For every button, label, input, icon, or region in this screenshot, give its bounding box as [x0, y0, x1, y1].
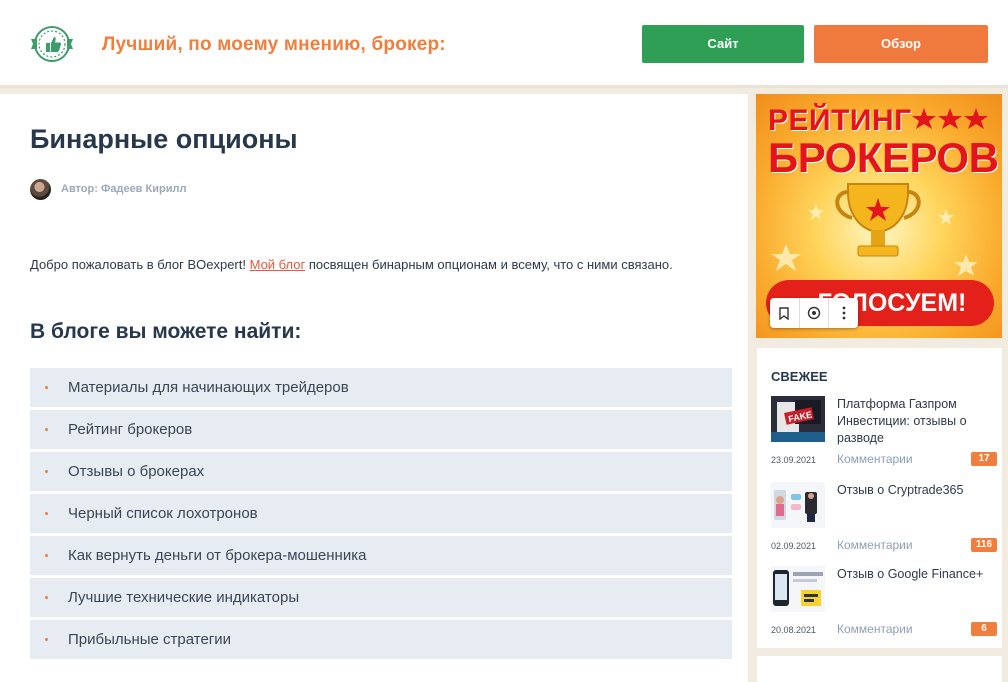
article-card: Бинарные опционы Автор: Фадеев Кирилл До… [0, 94, 748, 682]
list-item-label: Черный список лохотронов [68, 505, 258, 522]
page-title: Бинарные опционы [30, 124, 298, 154]
comments-link[interactable]: Комментарии [837, 622, 913, 636]
bullet-icon [45, 386, 48, 389]
list-item[interactable]: Рейтинг брокеров [30, 410, 732, 449]
thumbs-up-badge-icon [31, 26, 73, 62]
comments-link[interactable]: Комментарии [837, 452, 913, 466]
post-date: 23.09.2021 [771, 455, 817, 465]
next-widget-edge [757, 656, 1002, 682]
post-title[interactable]: Отзыв о Google Finance+ [837, 566, 993, 583]
list-item-label: Как вернуть деньги от брокера-мошенника [68, 547, 367, 564]
top-broker-bar: Лучший, по моему мнению, брокер: Сайт Об… [0, 0, 1008, 88]
post-date: 02.09.2021 [771, 541, 817, 551]
fresh-posts-title: СВЕЖЕЕ [771, 369, 828, 384]
comment-count-badge: 116 [971, 538, 997, 552]
comment-count-badge: 17 [971, 452, 997, 466]
bullet-icon [45, 470, 48, 473]
more-icon[interactable] [829, 298, 858, 328]
post-date: 20.08.2021 [771, 625, 817, 635]
comments-link[interactable]: Комментарии [837, 538, 913, 552]
list-item[interactable]: Черный список лохотронов [30, 494, 732, 533]
best-broker-tagline: Лучший, по моему мнению, брокер: [102, 34, 446, 55]
section-heading: В блоге вы можете найти: [30, 320, 302, 343]
banner-title-rating: РЕЙТИНГ [768, 104, 912, 137]
banner-title-brokers: БРОКЕРОВ [768, 134, 999, 181]
bullet-icon [45, 596, 48, 599]
author-avatar[interactable] [30, 179, 51, 200]
broker-review-button[interactable]: Обзор [814, 25, 988, 63]
bullet-icon [45, 554, 48, 557]
list-item[interactable]: Лучшие технические индикаторы [30, 578, 732, 617]
intro-text-end: посвящен бинарным опционам и всему, что … [305, 257, 673, 272]
my-blog-link[interactable]: Мой блог [250, 257, 306, 272]
topics-list: Материалы для начинающих трейдеров Рейти… [30, 368, 732, 662]
post-title[interactable]: Отзыв о Cryptrade365 [837, 482, 993, 499]
list-item[interactable]: Отзывы о брокерах [30, 452, 732, 491]
list-item-label: Отзывы о брокерах [68, 463, 205, 480]
list-item-label: Прибыльные стратегии [68, 631, 232, 648]
banner-controls [770, 298, 858, 328]
author-label[interactable]: Автор: Фадеев Кирилл [61, 183, 186, 195]
broker-rating-banner[interactable]: РЕЙТИНГ БРОКЕРОВ ГОЛОСУЕМ! [756, 94, 1002, 338]
intro-paragraph: Добро пожаловать в блог BOexpert! Мой бл… [30, 253, 734, 276]
post-thumbnail[interactable]: FAKE [771, 396, 825, 442]
comment-count-badge: 6 [971, 622, 997, 636]
bullet-icon [45, 638, 48, 641]
fresh-posts-widget: СВЕЖЕЕ FAKE Платформа Газпром Инвестиции… [757, 348, 1002, 648]
list-item[interactable]: Материалы для начинающих трейдеров [30, 368, 732, 407]
share-icon[interactable] [800, 298, 830, 328]
broker-site-button[interactable]: Сайт [642, 25, 804, 63]
bullet-icon [45, 428, 48, 431]
list-item[interactable]: Как вернуть деньги от брокера-мошенника [30, 536, 732, 575]
post-thumbnail[interactable] [771, 566, 825, 612]
intro-text-start: Добро пожаловать в блог BOexpert! [30, 257, 250, 272]
list-item[interactable]: Прибыльные стратегии [30, 620, 732, 659]
post-title[interactable]: Платформа Газпром Инвестиции: отзывы о р… [837, 396, 993, 447]
list-item-label: Рейтинг брокеров [68, 421, 193, 438]
bullet-icon [45, 512, 48, 515]
list-item-label: Материалы для начинающих трейдеров [68, 379, 349, 396]
list-item-label: Лучшие технические индикаторы [68, 589, 300, 606]
post-thumbnail[interactable] [771, 482, 825, 528]
bookmark-icon[interactable] [770, 298, 800, 328]
